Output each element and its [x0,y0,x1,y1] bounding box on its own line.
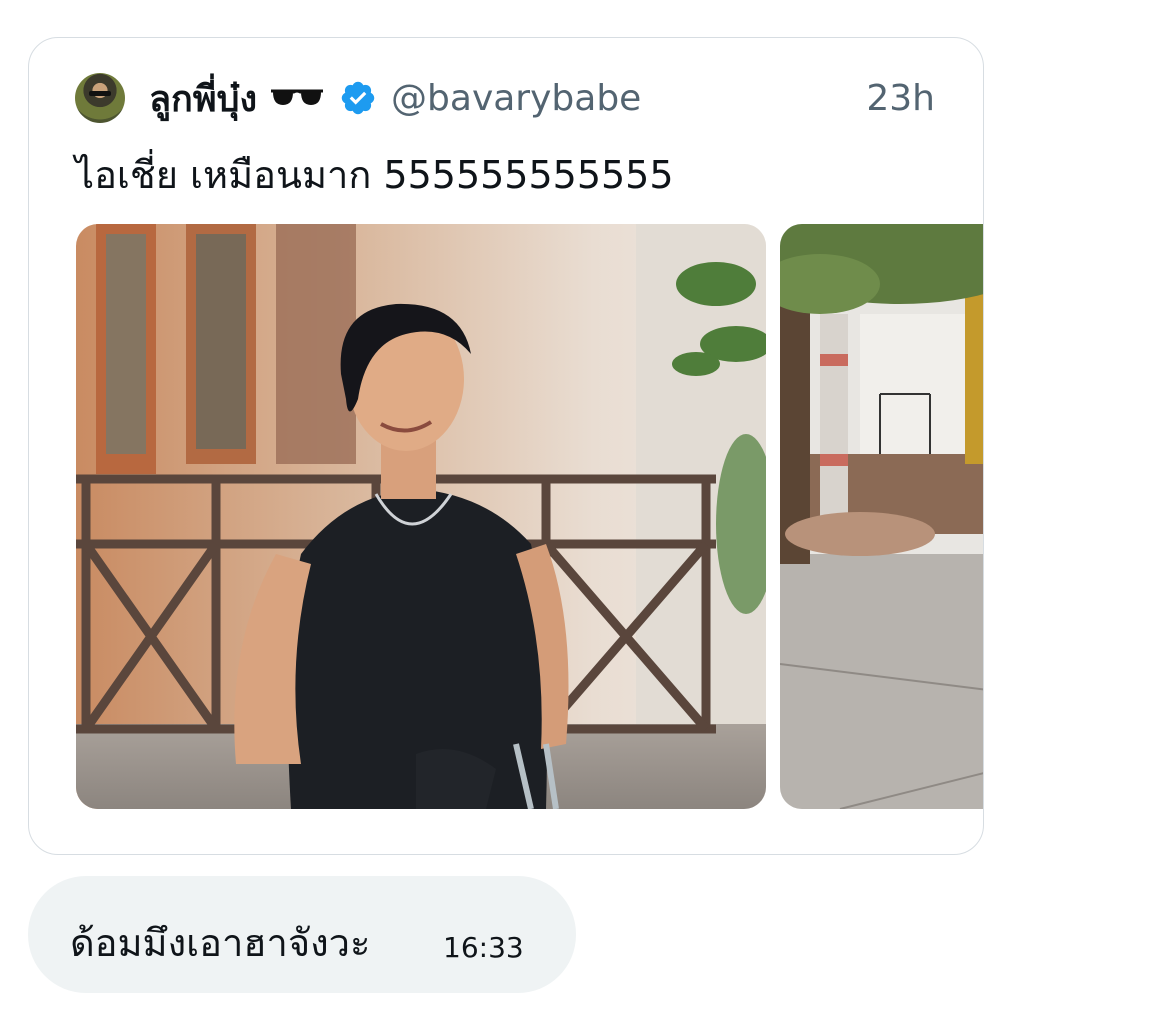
message-bubble[interactable]: ด้อมมึงเอาฮาจังวะ 16:33 [28,876,576,993]
tweet-photo-2[interactable] [780,224,983,809]
tweet-text: ไอเชี่ย เหมือนมาก 555555555555 [75,153,674,197]
sunglasses-icon [271,89,324,105]
author-handle[interactable]: @bavarybabe [391,78,641,119]
author-name[interactable]: ลูกพี่บุ๋ง [149,70,257,127]
message-time: 16:33 [443,931,524,964]
author-avatar[interactable] [75,73,125,123]
tweet-timestamp[interactable]: 23h [866,78,935,119]
tweet-header: ลูกพี่บุ๋ง @bavarybabe 23h [75,72,935,124]
tweet-photo-1[interactable] [76,224,766,809]
verified-badge-icon [341,81,375,115]
message-text: ด้อมมึงเอาฮาจังวะ [70,921,371,965]
quoted-tweet-card[interactable]: ลูกพี่บุ๋ง @bavarybabe 23h ไอเชี่ย เหมือ… [28,37,984,855]
